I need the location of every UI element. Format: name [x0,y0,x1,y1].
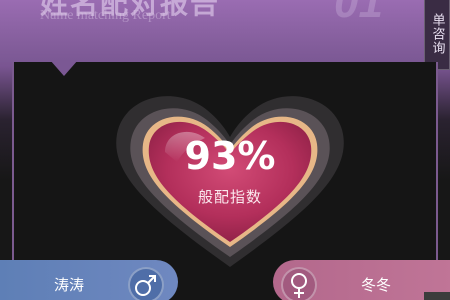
match-score: 93% [184,134,276,178]
report-subtitle: Name matching Report [40,8,171,23]
report-header: 姓名配对报告 Name matching Report 01 [0,0,432,62]
male-symbol-icon [128,267,164,300]
female-name: 冬冬 [361,276,392,294]
match-score-caption: 般配指数 [197,188,262,206]
consult-side-tab[interactable]: 单咨询 [424,0,450,70]
header-pointer [50,60,78,76]
corner-block [424,292,450,300]
male-name: 涛涛 [54,276,85,294]
section-number: 01 [334,0,383,27]
male-person-pill[interactable]: 涛涛 [0,260,178,300]
consult-tab-label: 单咨询 [429,13,445,55]
female-symbol-icon [281,267,317,300]
